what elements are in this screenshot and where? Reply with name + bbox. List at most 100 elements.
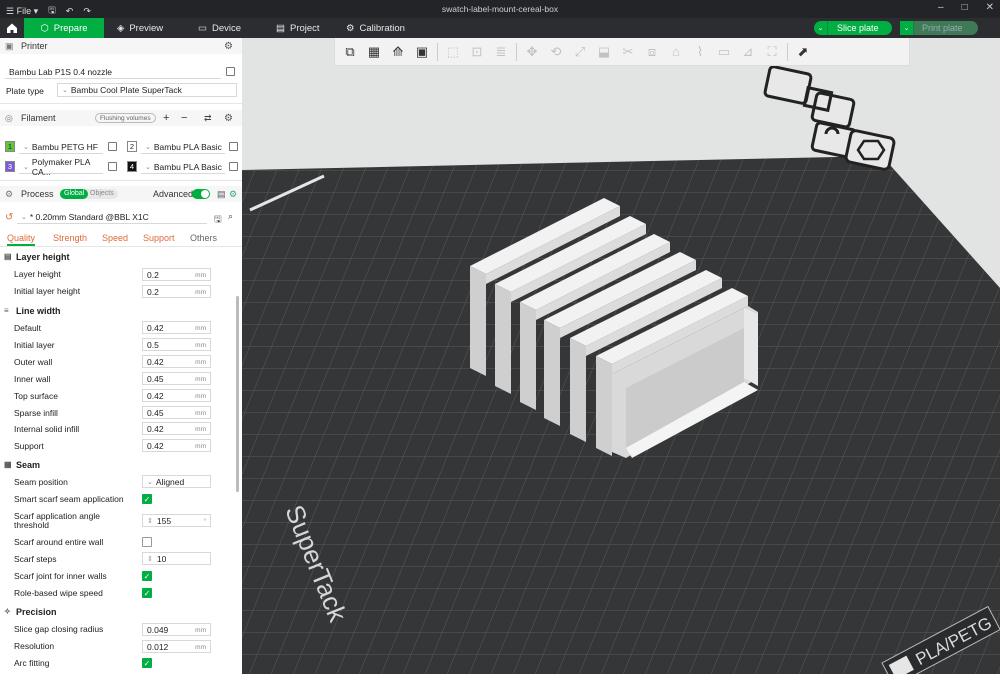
scarf-inner-checkbox[interactable]: ✓ <box>142 571 152 581</box>
boolean-icon[interactable]: ⧈ <box>643 43 661 61</box>
layers-edit-icon[interactable]: ≣ <box>492 43 510 61</box>
stepper-icon[interactable]: ⇕ <box>147 555 153 563</box>
layer-icon: ▤ <box>4 252 12 261</box>
lw-inner-wall-input[interactable]: 0.45 mm <box>142 372 211 385</box>
process-preset-select[interactable]: ⌄ * 0.20mm Standard @BBL X1C <box>17 210 207 224</box>
lw-support-input[interactable]: 0.42 mm <box>142 439 211 452</box>
seam-paint-icon[interactable]: ⌇ <box>691 43 709 61</box>
search-icon[interactable]: ⌕ <box>228 211 233 222</box>
filament-4-swatch[interactable]: 4 <box>127 161 137 172</box>
global-toggle[interactable]: Global <box>60 189 89 199</box>
save-preset-icon[interactable]: 🖫 <box>214 212 222 228</box>
sync-icon[interactable]: ⇄ <box>204 113 212 124</box>
chevron-down-icon[interactable]: ⌄ <box>814 21 828 35</box>
scale-icon[interactable]: ⤢ <box>571 43 589 61</box>
support-paint-icon[interactable]: ⌂ <box>667 43 685 61</box>
arc-fitting-checkbox[interactable]: ✓ <box>142 658 152 668</box>
compare-icon[interactable]: ▤ <box>217 189 226 200</box>
lw-initial-layer-input[interactable]: 0.5 mm <box>142 338 211 351</box>
plate-type-select[interactable]: ⌄ Bambu Cool Plate SuperTack <box>57 83 237 97</box>
filament-1-select[interactable]: ⌄ Bambu PETG HF <box>19 140 103 154</box>
scarf-steps-stepper[interactable]: ⇕ 10 <box>142 552 211 565</box>
lw-internal-solid-input[interactable]: 0.42 mm <box>142 422 211 435</box>
variable-layer-icon[interactable]: ⬈ <box>794 43 812 61</box>
tab-project[interactable]: ▤ Project <box>276 18 346 38</box>
viewport-toolbar: ⧉ ▦ ⟰ ▣ ⬚ ⊡ ≣ ✥ ⟲ ⤢ ⬓ ✂ ⧈ ⌂ ⌇ ▭ ⊿ ⛶ ⬈ <box>334 38 910 66</box>
add-object-icon[interactable]: ⧉ <box>341 43 359 61</box>
maximize-icon[interactable]: □ <box>962 2 968 13</box>
slice-plate-button[interactable]: ⌄ Slice plate <box>814 21 892 35</box>
edit-icon[interactable] <box>229 142 238 151</box>
tab-device[interactable]: ▭ Device <box>198 18 268 38</box>
cut-icon[interactable]: ✂ <box>619 43 637 61</box>
role-wipe-checkbox[interactable]: ✓ <box>142 588 152 598</box>
chevron-down-icon[interactable]: ⌄ <box>900 21 914 35</box>
filament-3-swatch[interactable]: 3 <box>5 161 15 172</box>
edit-icon[interactable] <box>229 162 238 171</box>
lw-sparse-infill-label: Sparse infill <box>14 408 58 418</box>
scarf-angle-stepper[interactable]: ⇕ 155 ° <box>142 514 211 527</box>
sidebar-scrollbar[interactable] <box>236 296 239 492</box>
flushing-volumes-button[interactable]: Flushing volumes <box>95 113 156 123</box>
tab-others[interactable]: Others <box>190 233 217 243</box>
lw-outer-wall-input[interactable]: 0.42 mm <box>142 355 211 368</box>
smart-scarf-checkbox[interactable]: ✓ <box>142 494 152 504</box>
text-icon[interactable]: ▭ <box>715 43 733 61</box>
tab-preview[interactable]: ◈ Preview <box>117 18 187 38</box>
initial-layer-height-input[interactable]: 0.2 mm <box>142 285 211 298</box>
seam-position-label: Seam position <box>14 477 68 487</box>
assembly-icon[interactable]: ⛶ <box>763 43 781 61</box>
close-icon[interactable]: ✕ <box>986 2 994 13</box>
advanced-toggle[interactable] <box>192 189 210 199</box>
measure-icon[interactable]: ⊿ <box>739 43 757 61</box>
lw-initial-layer-value: 0.5 <box>147 339 159 350</box>
gear-icon[interactable]: ⚙ <box>224 113 233 124</box>
lay-on-face-icon[interactable]: ⬓ <box>595 43 613 61</box>
scarf-entire-checkbox[interactable] <box>142 537 152 547</box>
3d-viewport[interactable]: SuperTack PLA/PETG ⧉ ▦ ⟰ ▣ ⬚ ⊡ ≣ ✥ ⟲ ⤢ ⬓… <box>242 38 1000 674</box>
add-icon[interactable]: + <box>163 112 169 124</box>
tab-calibration[interactable]: ⚙ Calibration <box>346 18 436 38</box>
tab-quality[interactable]: Quality <box>7 233 36 246</box>
gear-icon[interactable]: ⚙ <box>224 41 233 52</box>
remove-icon[interactable]: − <box>181 112 187 124</box>
resolution-input[interactable]: 0.012 mm <box>142 640 211 653</box>
tab-prepare[interactable]: ⬡ Prepare <box>24 18 104 38</box>
tab-strength[interactable]: Strength <box>53 233 87 243</box>
unit-label: mm <box>195 342 206 349</box>
lw-sparse-infill-input[interactable]: 0.45 mm <box>142 406 211 419</box>
filament-2-swatch[interactable]: 2 <box>127 141 137 152</box>
split-parts-icon[interactable]: ⊡ <box>468 43 486 61</box>
minimize-icon[interactable]: – <box>938 2 944 13</box>
printer-select[interactable]: Bambu Lab P1S 0.4 nozzle <box>5 65 221 79</box>
auto-orient-icon[interactable]: ⟰ <box>389 43 407 61</box>
seam-position-select[interactable]: ⌄ Aligned <box>142 475 211 488</box>
arrange-icon[interactable]: ▣ <box>413 43 431 61</box>
print-plate-button[interactable]: ⌄ Print plate <box>900 21 978 35</box>
stepper-icon[interactable]: ⇕ <box>147 517 153 525</box>
settings-icon[interactable]: ⚙ <box>229 189 237 200</box>
add-plate-icon[interactable]: ▦ <box>365 43 383 61</box>
rotate-icon[interactable]: ⟲ <box>547 43 565 61</box>
lw-top-surface-input[interactable]: 0.42 mm <box>142 389 211 402</box>
tab-speed[interactable]: Speed <box>102 233 128 243</box>
edit-icon[interactable] <box>226 67 235 76</box>
build-plate-scene[interactable]: SuperTack PLA/PETG <box>242 38 1000 674</box>
plate-settings-icon[interactable] <box>844 129 896 171</box>
slice-gap-input[interactable]: 0.049 mm <box>142 623 211 636</box>
split-objects-icon[interactable]: ⬚ <box>444 43 462 61</box>
app-window: ☰ File ▾ 🖫 ↶ ↷ swatch-label-mount-cereal… <box>0 0 1000 674</box>
filament-2-select[interactable]: ⌄ Bambu PLA Basic <box>141 140 225 154</box>
edit-icon[interactable] <box>108 142 117 151</box>
lw-default-input[interactable]: 0.42 mm <box>142 321 211 334</box>
filament-4-select[interactable]: ⌄ Bambu PLA Basic <box>141 160 225 174</box>
tab-support[interactable]: Support <box>143 233 175 243</box>
home-button[interactable] <box>0 18 24 38</box>
layer-height-input[interactable]: 0.2 mm <box>142 268 211 281</box>
edit-icon[interactable] <box>108 162 117 171</box>
reset-icon[interactable]: ↺ <box>5 212 13 223</box>
filament-1-swatch[interactable]: 1 <box>5 141 15 152</box>
filament-3-select[interactable]: ⌄ Polymaker PLA CA... <box>19 157 103 177</box>
objects-toggle[interactable]: Objects <box>90 189 114 199</box>
move-icon[interactable]: ✥ <box>523 43 541 61</box>
